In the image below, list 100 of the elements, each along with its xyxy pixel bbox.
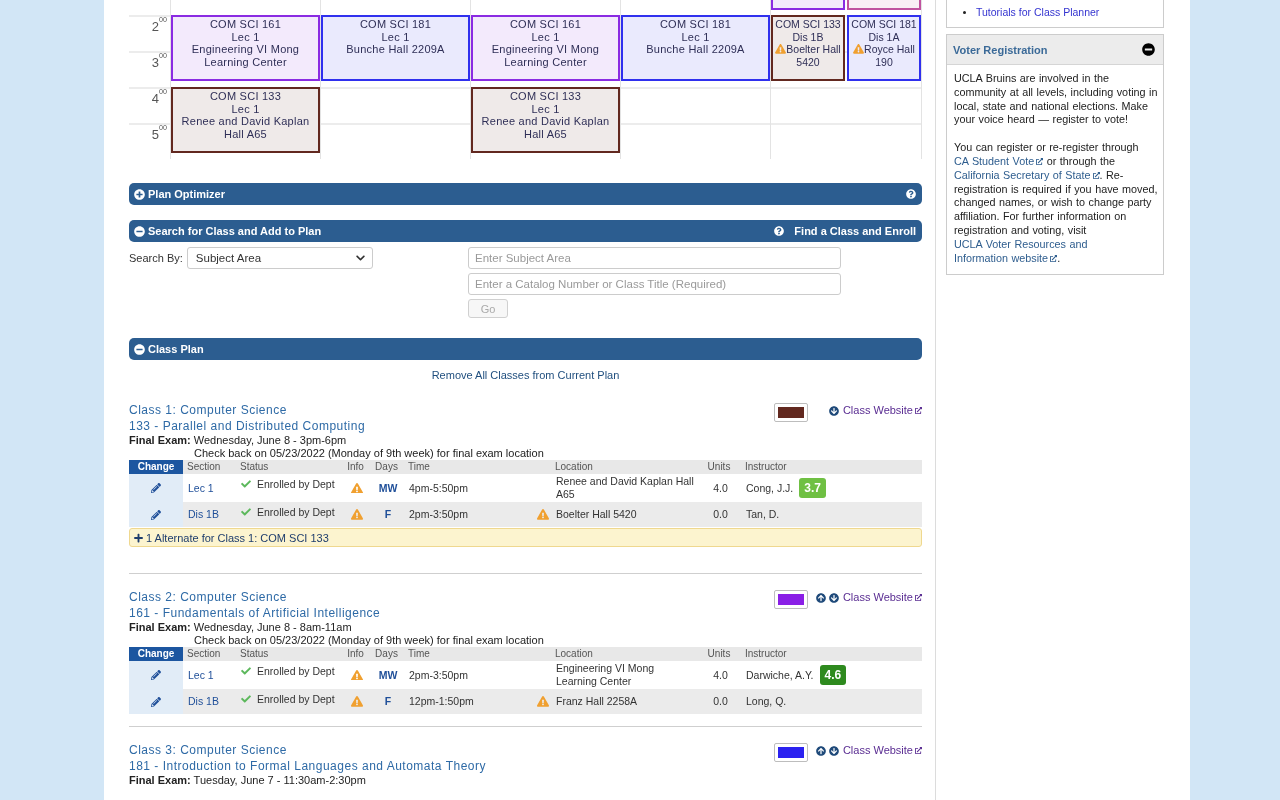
instructor-text: Long, Q. [746, 695, 787, 708]
column-header: Instructor [745, 647, 787, 661]
column-header: Days [375, 460, 398, 474]
exam-note-text: Check back on 05/23/2022 (Monday of 9th week) for final exam location [194, 634, 544, 647]
class-website-link[interactable]: Class Website [842, 404, 922, 417]
panel-toggle[interactable]: Plan Optimizer [134, 188, 226, 200]
panel-toggle[interactable]: Class Plan [134, 343, 204, 355]
color-picker-button[interactable] [774, 590, 808, 609]
event-course: COM SCI 161 [509, 18, 582, 31]
voter-intro-text: UCLA Bruins are involved in the community at all levels, including voting in local, state and national elections. Make your voice heard — register to vote! [954, 72, 1159, 128]
calendar-event[interactable]: COM SCI 181 Lec 1 Bunche Hall 2209A [321, 15, 470, 81]
check-icon [241, 694, 251, 704]
class-website-link[interactable]: Class Website [842, 744, 922, 757]
calendar-event[interactable]: COM SCI 181 Lec 1 Bunche Hall 2209A [621, 15, 770, 81]
units-text: 0.0 [713, 695, 728, 708]
days-text: MW [378, 481, 398, 495]
subject-area-field[interactable]: Enter Subject Area [468, 247, 841, 269]
check-icon [241, 666, 251, 676]
inline-link[interactable]: California Secretary of State [954, 168, 1100, 181]
event-course: COM SCI 133 [775, 18, 841, 31]
location-text: Renee and David Kaplan Hall A65 [556, 475, 695, 501]
event-course: COM SCI 181 [359, 18, 432, 31]
course-title-link[interactable]: 161 - Fundamentals of Artificial Intelligence [129, 605, 381, 621]
alternates-toggle[interactable]: 1 Alternate for Class 1: COM SCI 133 [129, 528, 922, 547]
calendar-event[interactable]: COM SCI 181 Dis 1A Royce Hall 190 [847, 15, 921, 81]
column-header: Instructor [745, 460, 787, 474]
check-icon [241, 479, 251, 489]
find-class-link[interactable]: Find a Class and Enroll [794, 225, 916, 237]
course-title-link[interactable]: 133 - Parallel and Distributed Computing [129, 418, 366, 434]
event-location: Boelter Hall 5420 [786, 43, 841, 68]
external-link-icon [915, 747, 922, 754]
tutorial-link[interactable]: Tutorials for Class Planner [976, 5, 1100, 19]
status-text: Enrolled by Dept [257, 506, 335, 519]
inline-link[interactable]: CA Student Vote [954, 155, 1044, 167]
panel-toggle[interactable]: Search for Class and Add to Plan [134, 225, 322, 237]
color-picker-button[interactable] [774, 743, 808, 762]
column-header: Location [555, 647, 593, 661]
search-by-label: Search By: [129, 252, 183, 264]
calendar-event[interactable]: COM SCI 161 Lec 1 Engineering VI Mong Learning Center [171, 15, 320, 81]
color-picker-button[interactable] [774, 403, 808, 422]
calendar-event[interactable]: COM SCI 161 Lec 1 Engineering VI Mong Learning Center [471, 15, 620, 81]
event-course: COM SCI 181 [851, 18, 917, 31]
remove-all-link[interactable]: Remove All Classes from Current Plan [431, 368, 620, 382]
column-header: Units [707, 460, 731, 474]
calendar-event[interactable]: COM SCI 133 Lec 1 Renee and David Kaplan Hall A65 [171, 87, 320, 153]
calendar-event[interactable]: COM SCI 133 Lec 1 Renee and David Kaplan Hall A65 [471, 87, 620, 153]
event-course: COM SCI 161 [209, 18, 282, 31]
event-location: Royce Hall 190 [864, 43, 915, 68]
help-icon[interactable] [774, 226, 785, 236]
calendar-event[interactable] [847, 0, 921, 10]
voter-panel-title: Voter Registration [953, 43, 1048, 56]
event-location: Bunche Hall 2209A [646, 43, 745, 56]
bullet-icon [963, 10, 966, 14]
event-section: Lec 1 [681, 30, 710, 44]
pencil-icon[interactable] [151, 483, 161, 493]
final-exam-text: Final Exam: Tuesday, June 7 - 11:30am-2:30pm [129, 774, 366, 787]
days-text: F [384, 695, 392, 708]
help-icon[interactable] [906, 189, 916, 199]
course-title-link[interactable]: 181 - Introduction to Formal Languages and Automata Theory [129, 758, 486, 774]
event-location: Engineering VI Mong Learning Center [191, 43, 300, 68]
status-text: Enrolled by Dept [257, 478, 335, 491]
calendar-event[interactable] [771, 0, 845, 10]
event-location: Engineering VI Mong Learning Center [491, 43, 600, 68]
event-section: Lec 1 [231, 30, 260, 44]
search-by-select[interactable]: Subject Area [186, 247, 373, 269]
time-text: 4pm-5:50pm [409, 481, 468, 495]
event-course: COM SCI 133 [509, 90, 582, 103]
event-location: Renee and David Kaplan Hall A65 [181, 115, 310, 140]
instructor-text: Cong, J.J. [746, 481, 794, 495]
chevron-down-icon [355, 253, 365, 263]
instructor-text: Darwiche, A.Y. [746, 668, 814, 682]
inline-link[interactable]: Information website [954, 251, 1058, 264]
inline-link[interactable]: UCLA Voter Resources and [954, 237, 1088, 250]
units-text: 4.0 [713, 668, 728, 682]
status-text: Enrolled by Dept [257, 665, 335, 678]
class-website-link[interactable]: Class Website [842, 591, 922, 604]
event-section: Lec 1 [381, 30, 410, 44]
class-title-link[interactable]: Class 3: Computer Science [129, 742, 287, 758]
pencil-icon[interactable] [151, 670, 161, 680]
catalog-number-field[interactable]: Enter a Catalog Number or Class Title (Required) [468, 273, 841, 295]
section-link[interactable]: Lec 1 [188, 668, 214, 682]
pencil-icon[interactable] [151, 696, 161, 707]
rating-badge: 3.7 [799, 478, 826, 498]
location-text: Franz Hall 2258A [556, 695, 638, 708]
pencil-icon[interactable] [151, 509, 161, 520]
section-link[interactable]: Dis 1B [188, 695, 219, 708]
units-text: 4.0 [713, 481, 728, 495]
days-text: F [384, 508, 392, 521]
section-link[interactable]: Lec 1 [188, 481, 214, 495]
class-title-link[interactable]: Class 2: Computer Science [129, 589, 287, 605]
rating-badge: 4.6 [819, 665, 847, 685]
section-link[interactable]: Dis 1B [188, 508, 219, 521]
days-text: MW [378, 668, 398, 682]
plus-icon [134, 532, 143, 543]
external-link-icon [915, 594, 922, 601]
column-header: Section [187, 460, 221, 474]
calendar-event[interactable]: COM SCI 133 Dis 1B Boelter Hall 5420 [771, 15, 845, 81]
event-section: Lec 1 [531, 30, 560, 44]
class-title-link[interactable]: Class 1: Computer Science [129, 402, 287, 418]
event-section: Lec 1 [231, 102, 260, 116]
